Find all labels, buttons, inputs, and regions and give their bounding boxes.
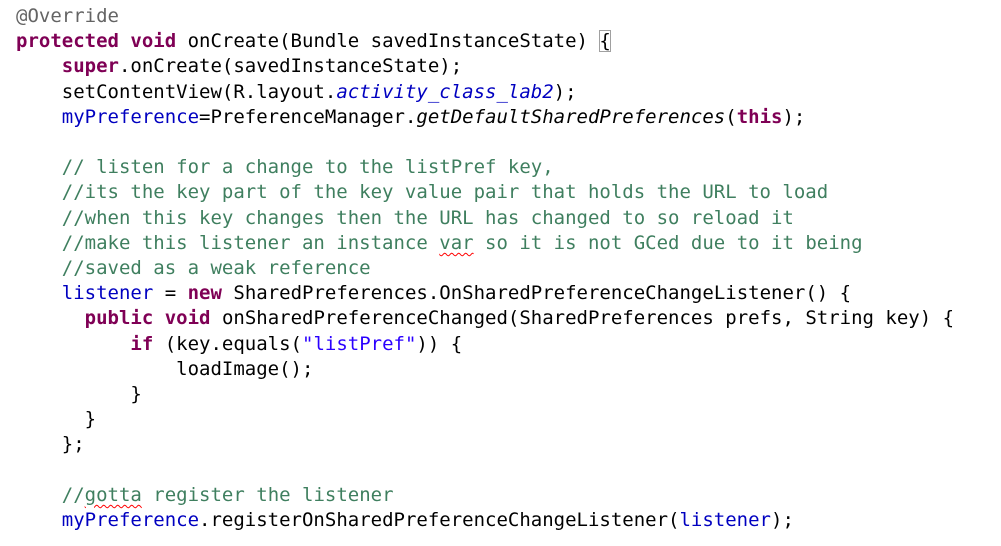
- code-token-comment: //its the key part of the key value pair…: [61, 181, 829, 204]
- code-line[interactable]: super.onCreate(savedInstanceState);: [16, 54, 462, 79]
- code-line[interactable]: //saved as a weak reference: [16, 256, 371, 281]
- code-line[interactable]: @Override: [16, 4, 119, 29]
- code-token-plain: );: [553, 80, 577, 103]
- code-line[interactable]: myPreference=PreferenceManager.getDefaul…: [16, 105, 806, 130]
- code-token-field: listener: [61, 282, 154, 305]
- code-token-plain: (key.equals(: [153, 332, 302, 355]
- code-line[interactable]: }: [16, 382, 142, 407]
- code-token-field: listener: [679, 509, 771, 531]
- code-token-plain: };: [61, 433, 85, 456]
- code-token-comment-squiggle: var: [439, 231, 474, 254]
- code-token-comment: register the listener: [141, 483, 394, 506]
- code-token-plain: )) {: [416, 332, 463, 355]
- code-token-annotation: @Override: [16, 5, 119, 27]
- code-token-keyword: void: [164, 307, 211, 330]
- code-token-field: myPreference: [61, 509, 200, 531]
- code-token-plain: onCreate(Bundle savedInstanceState): [176, 30, 600, 53]
- code-line[interactable]: }: [16, 407, 96, 432]
- code-token-comment: //saved as a weak reference: [61, 257, 371, 279]
- code-token-plain: (: [725, 105, 737, 128]
- code-line[interactable]: //when this key changes then the URL has…: [16, 206, 794, 231]
- code-token-keyword: this: [736, 105, 783, 128]
- code-token-plain: SharedPreferences.OnSharedPreferenceChan…: [221, 282, 852, 305]
- code-token-comment: //when this key changes then the URL has…: [61, 206, 794, 229]
- code-token-plain: .onCreate(savedInstanceState);: [118, 55, 463, 78]
- code-token-keyword: public: [84, 307, 154, 330]
- code-line[interactable]: // listen for a change to the listPref k…: [16, 155, 554, 180]
- code-token-comment: //make this listener an instance: [61, 231, 440, 254]
- code-token-plain: =PreferenceManager.: [199, 105, 417, 128]
- code-line[interactable]: protected void onCreate(Bundle savedInst…: [16, 29, 611, 54]
- code-token-keyword: void: [130, 30, 177, 53]
- code-token-plain: loadImage();: [176, 357, 314, 380]
- code-token-keyword: new: [187, 282, 222, 305]
- code-token-keyword: if: [130, 332, 154, 355]
- code-token-plain: .registerOnSharedPreferenceChangeListene…: [199, 509, 680, 531]
- code-token-plain: onSharedPreferenceChanged(SharedPreferen…: [210, 307, 955, 330]
- code-token-plain: );: [782, 105, 806, 128]
- code-token-comment: so it is not GCed due to it being: [473, 231, 863, 254]
- code-line[interactable]: loadImage();: [16, 357, 313, 382]
- code-line[interactable]: public void onSharedPreferenceChanged(Sh…: [16, 306, 954, 331]
- code-token-plain: =: [153, 282, 188, 305]
- code-token-plain: }: [130, 383, 142, 405]
- code-token-field-italic: activity_class_lab2: [336, 80, 554, 103]
- code-token-static-italic: getDefaultSharedPreferences: [416, 105, 726, 128]
- code-token-comment: // listen for a change to the listPref k…: [61, 156, 554, 179]
- code-token-keyword: protected: [16, 30, 119, 53]
- code-token-comment: //: [61, 483, 85, 506]
- code-line[interactable]: myPreference.registerOnSharedPreferenceC…: [16, 508, 794, 533]
- code-token-keyword: super: [61, 55, 119, 78]
- code-line[interactable]: //make this listener an instance var so …: [16, 231, 863, 256]
- code-token-bracket-box: {: [599, 30, 611, 53]
- code-line[interactable]: };: [16, 432, 85, 457]
- code-token-field: myPreference: [61, 105, 200, 128]
- code-token-string: "listPref": [302, 332, 417, 355]
- code-line[interactable]: //its the key part of the key value pair…: [16, 180, 828, 205]
- code-line[interactable]: setContentView(R.layout.activity_class_l…: [16, 80, 577, 105]
- code-token-plain: setContentView(R.layout.: [61, 80, 337, 103]
- code-token-plain: }: [84, 408, 97, 431]
- code-editor[interactable]: @Override protected void onCreate(Bundle …: [0, 0, 1001, 546]
- code-line[interactable]: listener = new SharedPreferences.OnShare…: [16, 281, 851, 306]
- code-line[interactable]: //gotta register the listener: [16, 483, 394, 508]
- code-token-comment-squiggle: gotta: [84, 483, 142, 506]
- code-line[interactable]: if (key.equals("listPref")) {: [16, 332, 462, 357]
- code-token-plain: );: [771, 509, 794, 531]
